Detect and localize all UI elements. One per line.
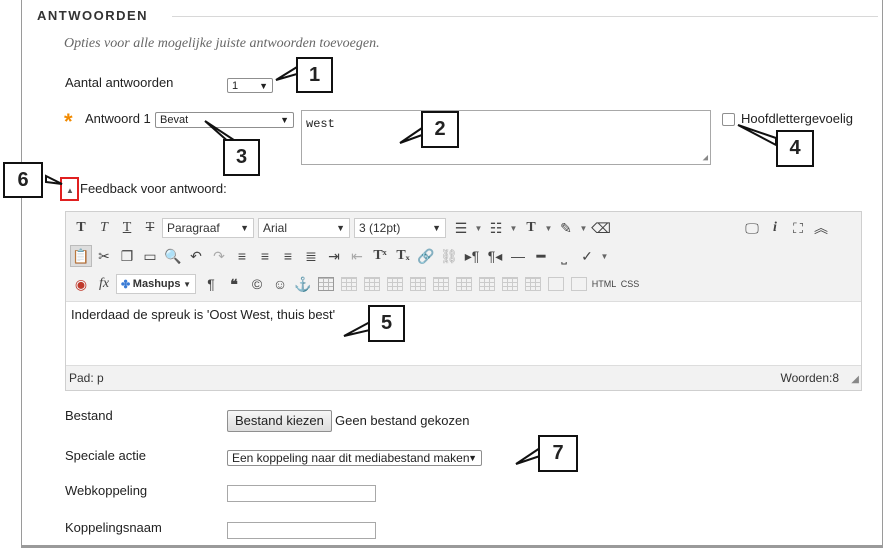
callout-3: 3 — [223, 139, 260, 176]
callout-2-pointer — [399, 126, 423, 144]
callout-7: 7 — [538, 435, 578, 472]
callout-pointers — [45, 65, 777, 465]
callout-6: 6 — [3, 162, 43, 198]
callout-4: 4 — [776, 130, 814, 167]
callout-5-pointer — [343, 320, 371, 337]
callout-1: 1 — [296, 57, 333, 93]
callout-5: 5 — [368, 305, 405, 342]
callout-4-pointer — [737, 124, 777, 147]
callout-1-pointer — [275, 65, 298, 81]
callout-2: 2 — [421, 111, 459, 148]
callout-6-pointer — [45, 174, 63, 185]
callout-7-pointer — [515, 446, 541, 465]
